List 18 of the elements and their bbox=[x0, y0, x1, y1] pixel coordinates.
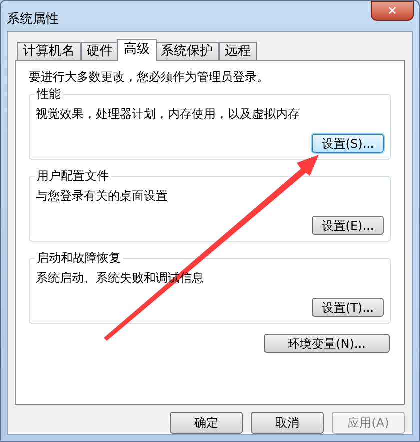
settings-button[interactable]: 设置(E)... bbox=[312, 216, 384, 235]
tab[interactable]: 硬件 bbox=[81, 42, 119, 60]
tab[interactable]: 远程 bbox=[219, 42, 257, 60]
tab[interactable]: 计算机名 bbox=[17, 42, 81, 60]
group-title: 用户配置文件 bbox=[35, 168, 111, 184]
group-title: 性能 bbox=[35, 86, 63, 102]
tab[interactable]: 高级 bbox=[117, 39, 157, 61]
settings-button[interactable]: 设置(S)... bbox=[312, 134, 384, 153]
dialog-button[interactable]: 确定 bbox=[170, 412, 243, 434]
settings-button[interactable]: 设置(T)... bbox=[312, 298, 384, 317]
tab[interactable]: 系统保护 bbox=[155, 42, 219, 60]
group-description: 视觉效果，处理器计划，内存使用，以及虚拟内存 bbox=[36, 106, 300, 123]
group-description: 与您登录有关的桌面设置 bbox=[36, 188, 168, 205]
environment-variables-button[interactable]: 环境变量(N)... bbox=[264, 334, 390, 353]
group-title: 启动和故障恢复 bbox=[35, 250, 123, 266]
dialog-button[interactable]: 取消 bbox=[251, 412, 324, 434]
window-title: 系统属性 bbox=[7, 11, 59, 29]
notice-text: 要进行大多数更改，您必须作为管理员登录。 bbox=[29, 69, 270, 86]
